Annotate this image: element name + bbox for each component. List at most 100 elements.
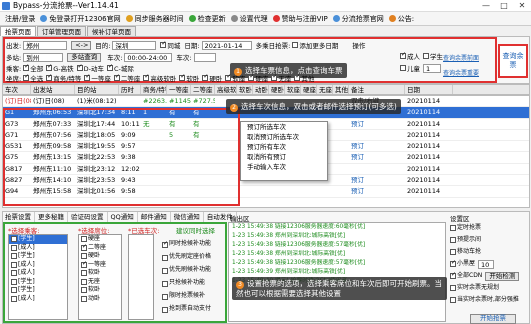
seat-checkbox[interactable] xyxy=(81,253,87,260)
setting-checkbox[interactable] xyxy=(450,297,456,303)
tab-orders[interactable]: 订单管理页面 xyxy=(37,26,86,36)
setting-item[interactable]: 全部CDN开始检测 xyxy=(448,270,530,282)
seat-all-checkbox[interactable] xyxy=(23,73,29,81)
setting-checkbox[interactable] xyxy=(450,271,456,280)
seat-checkbox[interactable] xyxy=(81,270,87,277)
option-checkbox[interactable] xyxy=(162,293,168,300)
menu-sync-time[interactable]: 同步服务器时间 xyxy=(125,14,184,24)
setting-item[interactable]: 移动车抢 xyxy=(448,246,530,258)
seat-checkbox[interactable] xyxy=(81,295,87,302)
ctx-cancel-selected[interactable]: 取消预订所选车次 xyxy=(241,132,327,142)
btab-wechat[interactable]: 微信通知 xyxy=(171,212,204,222)
type-d-checkbox[interactable] xyxy=(76,63,83,71)
list-item[interactable]: [成人] xyxy=(9,269,67,278)
passenger-checkbox[interactable] xyxy=(11,236,17,243)
time-value[interactable]: 10 xyxy=(478,259,495,269)
multi-input[interactable]: 到州 xyxy=(23,52,64,62)
child-checkbox[interactable] xyxy=(400,65,406,71)
query-tickets-button[interactable]: 查询余票 xyxy=(498,44,528,78)
setting-item[interactable]: 预提示间 xyxy=(448,234,530,246)
list-item[interactable]: 一等座 xyxy=(79,260,121,270)
seat-other-checkbox[interactable] xyxy=(294,73,300,81)
menu-login[interactable]: 注册/登录 xyxy=(5,14,35,24)
date-input[interactable]: 2021-01-14 xyxy=(201,40,252,50)
tab-waitlist[interactable]: 候补订单页面 xyxy=(87,26,136,36)
cdn-check-button[interactable]: 开始检测 xyxy=(485,271,520,281)
to-input[interactable]: 深圳 xyxy=(112,40,157,50)
option-checkbox[interactable] xyxy=(162,280,168,287)
seat-hard-sleeper-checkbox[interactable] xyxy=(202,73,208,81)
option-checkbox[interactable] xyxy=(162,254,168,261)
menu-open-12306[interactable]: 免登录打开12306官网 xyxy=(40,14,121,24)
seat-none-checkbox[interactable] xyxy=(271,73,277,81)
minimize-button[interactable]: — xyxy=(477,0,495,12)
passenger-checkbox[interactable] xyxy=(11,287,17,294)
option-item[interactable]: 限时抢票候补 xyxy=(160,290,226,303)
list-item[interactable]: 软卧 xyxy=(79,286,121,295)
menu-check-update[interactable]: 检查更新 xyxy=(188,14,226,24)
grid-header-cell[interactable]: 其他 xyxy=(333,85,349,94)
passenger-checkbox[interactable] xyxy=(11,261,17,268)
time-select[interactable]: 00:00-24:00 xyxy=(124,52,173,62)
option-item[interactable]: 同时抢候补功能 xyxy=(160,238,226,251)
seat-second-checkbox[interactable] xyxy=(113,73,120,81)
btab-captcha[interactable]: 验证码设置 xyxy=(68,212,108,222)
list-item[interactable]: [学生] xyxy=(9,235,67,244)
add-date-checkbox[interactable] xyxy=(292,42,299,48)
option-checkbox[interactable] xyxy=(162,240,168,248)
setting-item[interactable]: 当实时余票时,部分强推 xyxy=(448,294,530,306)
buy-link-1[interactable]: 查询余票前面 xyxy=(443,53,479,62)
swap-button[interactable]: <-> xyxy=(71,40,92,50)
seat-checkbox[interactable] xyxy=(81,243,87,251)
seat-business-checkbox[interactable] xyxy=(46,73,52,81)
train-list[interactable] xyxy=(128,234,154,320)
grid-header-cell[interactable]: 无座 xyxy=(317,85,333,94)
multi-query-button[interactable]: 多站查询 xyxy=(67,52,102,62)
setting-checkbox[interactable] xyxy=(450,225,456,231)
student-checkbox[interactable] xyxy=(423,53,429,59)
passenger-checkbox[interactable] xyxy=(11,270,17,277)
list-item[interactable]: 动卧 xyxy=(79,295,121,304)
seat-soft-seat-checkbox[interactable] xyxy=(225,73,231,81)
grid-header-cell[interactable]: 出发站 xyxy=(31,85,75,94)
option-item[interactable]: 抢到票自动支付 xyxy=(160,303,226,316)
grid-header-cell[interactable]: 商务/特等 xyxy=(141,85,167,94)
seat-adv-sleeper-checkbox[interactable] xyxy=(143,73,149,81)
list-item[interactable]: [成人] xyxy=(9,295,67,304)
seat-soft-sleeper-checkbox[interactable] xyxy=(179,73,185,81)
ctx-cancel-all[interactable]: 取消所有预订 xyxy=(241,152,327,162)
close-button[interactable]: ✕ xyxy=(513,0,531,12)
setting-checkbox[interactable] xyxy=(450,249,456,255)
option-checkbox[interactable] xyxy=(162,267,168,274)
menu-website[interactable]: 分流抢票官网 xyxy=(332,14,384,24)
menu-proxy[interactable]: 设置代理 xyxy=(230,14,268,24)
setting-checkbox[interactable] xyxy=(450,259,456,268)
list-item[interactable]: 二等座 xyxy=(79,243,121,253)
same-city-checkbox[interactable] xyxy=(160,40,166,48)
seat-checkbox[interactable] xyxy=(81,260,87,268)
menu-sponsor[interactable]: 赞助与注册VIP xyxy=(272,14,328,24)
grid-header-cell[interactable]: 车次 xyxy=(3,85,31,94)
list-item[interactable]: 软卧 xyxy=(79,269,121,278)
grid-header-cell[interactable]: 硬卧 xyxy=(269,85,285,94)
child-count[interactable]: 1 xyxy=(423,63,441,73)
passenger-list[interactable]: [学生] [成人] [学生] [成人] [成人] [学生] [学生] [成人] xyxy=(8,234,68,320)
list-item[interactable]: [学生] xyxy=(9,252,67,261)
option-item[interactable]: 优先刷定座价格 xyxy=(160,251,226,264)
menu-notice[interactable]: 公告: xyxy=(388,14,414,24)
btab-qq[interactable]: QQ通知 xyxy=(108,212,138,222)
setting-checkbox[interactable] xyxy=(450,237,456,243)
btab-grab-settings[interactable]: 抢票设置 xyxy=(2,212,35,222)
setting-item[interactable]: 实时余票无规划 xyxy=(448,282,530,294)
list-item[interactable]: [成人] xyxy=(9,261,67,270)
passenger-checkbox[interactable] xyxy=(11,253,17,260)
setting-item[interactable]: 定时抢票 xyxy=(448,222,530,234)
btab-mail[interactable]: 邮件通知 xyxy=(138,212,171,222)
grid-header-cell[interactable]: 历时 xyxy=(119,85,141,94)
grid-header-cell[interactable]: 日期 xyxy=(405,85,453,94)
seat-checkbox[interactable] xyxy=(81,236,87,243)
grid-header-cell[interactable]: 一等座 xyxy=(167,85,191,94)
btab-more[interactable]: 更多秘籍 xyxy=(35,212,68,222)
adult-checkbox[interactable] xyxy=(400,51,406,59)
type-g-checkbox[interactable] xyxy=(46,63,52,71)
